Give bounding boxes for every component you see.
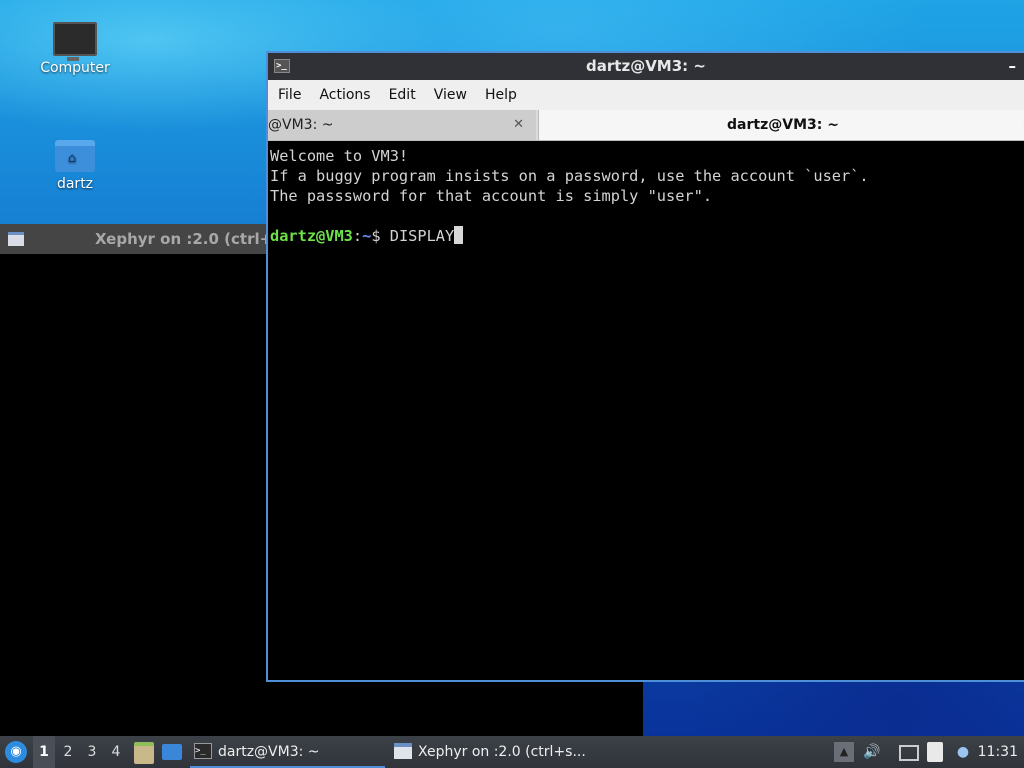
prompt-user-host: dartz@VM3 <box>270 227 353 245</box>
desktop: Computer ⌂ dartz Xephyr on :2.0 (ctrl+ >… <box>0 0 1024 736</box>
taskbar: ◉ 1 2 3 4 >_ dartz@VM3: ~ Xephyr on :2.0… <box>0 736 1024 768</box>
task-label: Xephyr on :2.0 (ctrl+s... <box>418 744 586 760</box>
terminal-icon: >_ <box>194 743 212 759</box>
clock[interactable]: 11:31 <box>978 736 1018 768</box>
show-desktop-icon[interactable] <box>162 744 182 760</box>
desktop-icon-home[interactable]: ⌂ dartz <box>30 140 120 192</box>
monitor-icon <box>53 22 97 61</box>
workspace-4[interactable]: 4 <box>105 736 127 768</box>
eject-icon[interactable]: ▲ <box>834 742 854 762</box>
tab-label: @VM3: ~ <box>268 117 334 133</box>
tab-terminal-1[interactable]: @VM3: ~ ✕ <box>268 110 536 140</box>
text-cursor <box>454 226 464 244</box>
tab-bar: @VM3: ~ ✕ dartz@VM3: ~ ✕ <box>268 110 1024 141</box>
workspace-2[interactable]: 2 <box>57 736 79 768</box>
desktop-icon-label: Computer <box>40 60 110 76</box>
close-icon[interactable]: ✕ <box>513 110 524 140</box>
menu-bar: File Actions Edit View Help <box>268 80 1024 110</box>
home-folder-icon: ⌂ <box>55 140 95 172</box>
window-title: dartz@VM3: ~ <box>586 57 706 75</box>
terminal-titlebar[interactable]: >_ dartz@VM3: ~ – <box>268 53 1024 80</box>
window-icon <box>8 232 24 246</box>
volume-icon[interactable]: 🔊 <box>862 742 882 762</box>
menu-view[interactable]: View <box>425 87 476 103</box>
minimize-button[interactable]: – <box>1009 53 1017 80</box>
terminal-line: The passsword for that account is simply… <box>270 187 713 205</box>
clipboard-icon[interactable] <box>927 742 943 762</box>
window-title: Xephyr on :2.0 (ctrl+ <box>95 230 273 248</box>
task-xephyr[interactable]: Xephyr on :2.0 (ctrl+s... <box>390 736 610 768</box>
terminal-prompt-line: dartz@VM3:~$ DISPLAY <box>270 226 1024 246</box>
terminal-output[interactable]: Welcome to VM3! If a buggy program insist… <box>268 142 1024 680</box>
menu-actions[interactable]: Actions <box>310 87 379 103</box>
tab-label: dartz@VM3: ~ <box>727 117 839 133</box>
prompt-colon: : <box>352 227 363 245</box>
desktop-icon-label: dartz <box>56 176 94 192</box>
desktop-icon-computer[interactable]: Computer <box>30 22 120 76</box>
menu-file[interactable]: File <box>268 87 310 103</box>
file-manager-icon[interactable] <box>134 742 154 764</box>
task-terminal[interactable]: >_ dartz@VM3: ~ <box>190 736 385 768</box>
terminal-line: Welcome to VM3! <box>270 147 409 165</box>
tab-terminal-2[interactable]: dartz@VM3: ~ ✕ <box>538 110 1024 140</box>
terminal-icon: >_ <box>274 59 290 73</box>
menu-help[interactable]: Help <box>476 87 526 103</box>
workspace-1[interactable]: 1 <box>33 736 55 768</box>
update-notifier-icon[interactable]: ● <box>953 742 973 762</box>
workspace-3[interactable]: 3 <box>81 736 103 768</box>
menu-edit[interactable]: Edit <box>380 87 425 103</box>
command-input[interactable]: DISPLAY <box>390 227 454 245</box>
start-menu-icon[interactable]: ◉ <box>5 741 27 763</box>
network-icon[interactable] <box>899 745 919 761</box>
task-label: dartz@VM3: ~ <box>218 744 320 760</box>
terminal-line: If a buggy program insists on a password… <box>270 167 869 185</box>
window-icon <box>394 743 412 759</box>
prompt-symbol: $ <box>371 227 390 245</box>
prompt-path: ~ <box>362 227 372 245</box>
terminal-window[interactable]: >_ dartz@VM3: ~ – File Actions Edit View… <box>266 51 1024 682</box>
